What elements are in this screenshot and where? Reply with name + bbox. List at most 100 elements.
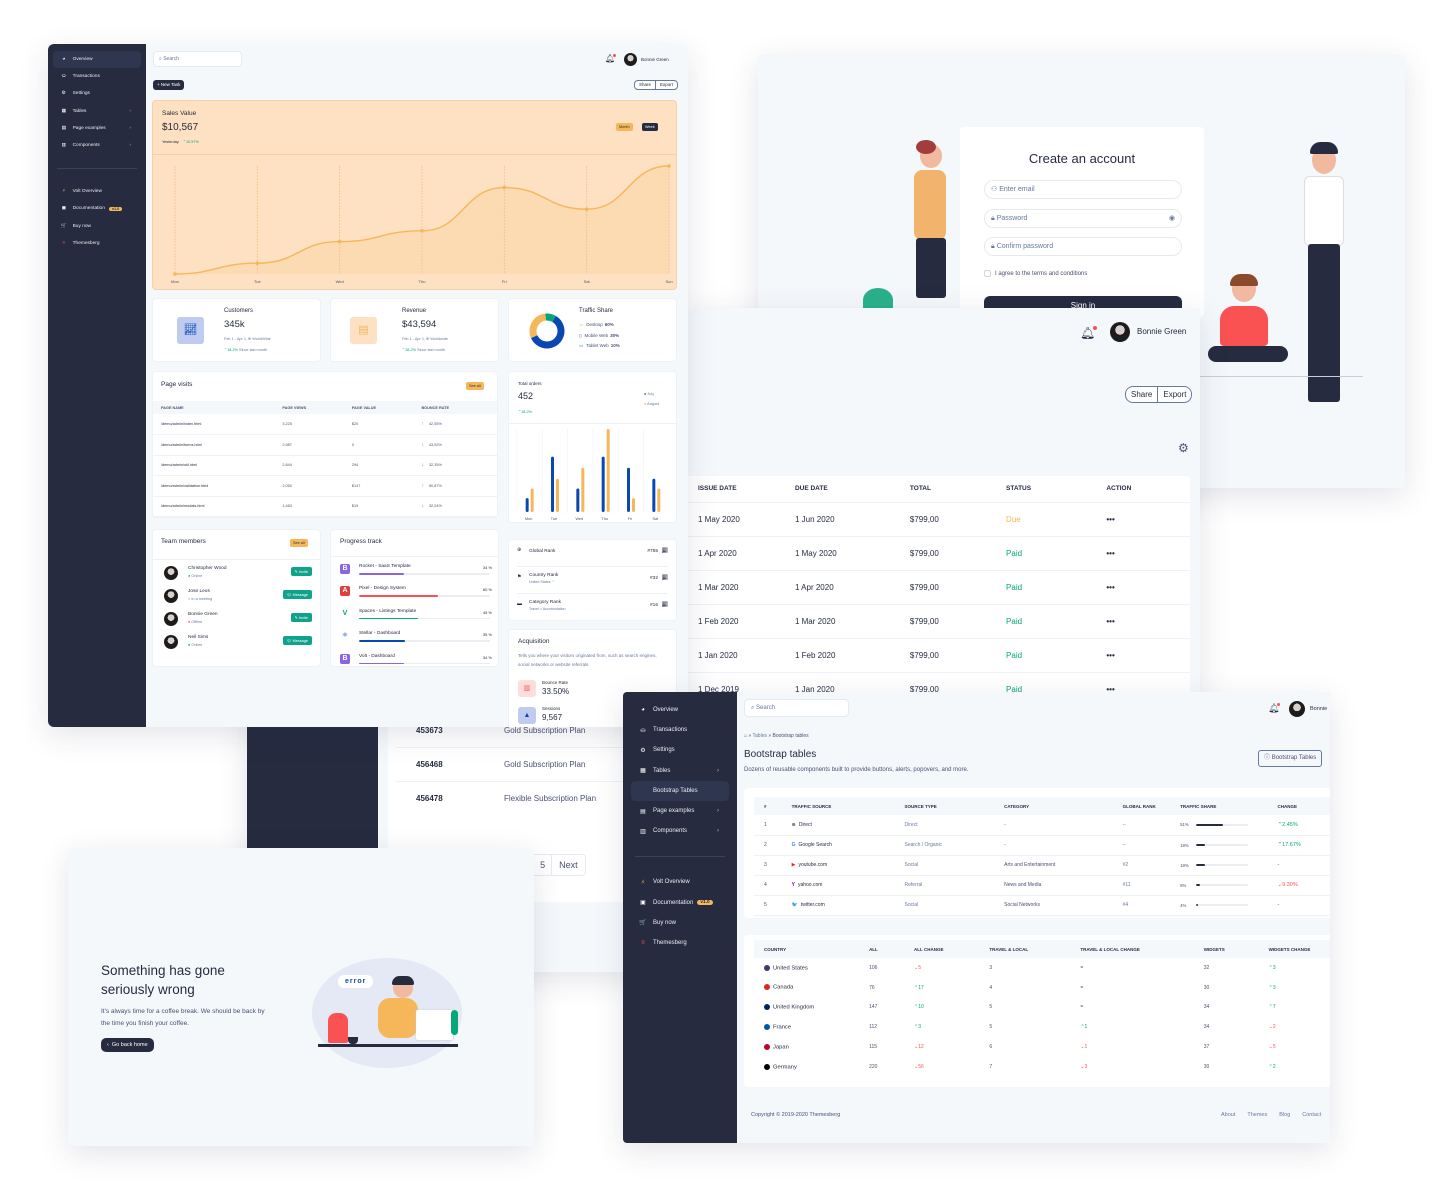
member-name[interactable]: Bonnie Green (188, 612, 218, 617)
sidebar-item-settings[interactable]: ⚙ Settings (53, 85, 141, 102)
sidebar-item-volt-overview[interactable]: ⚡ Volt Overview (631, 872, 729, 892)
x-tick-label: Thu (601, 517, 608, 521)
sidebar-item-buy-now[interactable]: 🛒 Buy now (53, 218, 141, 235)
sidebar-item-page-examples[interactable]: ▤ Page examples › (53, 120, 141, 137)
all: 76 (869, 984, 875, 991)
message-button[interactable]: 💬︎ Message (282, 636, 312, 645)
avatar[interactable] (1110, 322, 1130, 342)
travel-local: 7 (989, 1063, 993, 1070)
share-button[interactable]: Share (635, 81, 657, 89)
home-icon[interactable]: ⌂ (744, 733, 747, 739)
page-name[interactable]: /demo/admin/modals.html (153, 496, 282, 517)
bootstrap-tables-docs-button[interactable]: ⓘ Bootstrap Tables (1258, 750, 1323, 767)
email-field[interactable]: ⚇ Enter email (984, 180, 1182, 199)
member-name[interactable]: Neil Sims (188, 635, 208, 640)
footer-link-blog[interactable]: Blog (1279, 1112, 1290, 1118)
see-all-button[interactable]: See all (466, 382, 484, 390)
customers-card: 📈︎ Customers 345k Feb 1 - Apr 1, ⊕ World… (152, 298, 321, 362)
user-name[interactable]: Bonnie Green (641, 57, 669, 62)
page-views: 1,483 (282, 504, 292, 509)
sidebar-item-page-examples[interactable]: ▤ Page examples › (631, 801, 729, 821)
footer-link-contact[interactable]: Contact (1302, 1112, 1321, 1118)
breadcrumb-tables[interactable]: Tables (753, 733, 767, 739)
subscription-id[interactable]: 456478 (416, 794, 443, 803)
x-tick-label: Wed (336, 279, 344, 284)
x-tick-label: Wed (575, 517, 583, 521)
export-button[interactable]: Export (1158, 387, 1191, 402)
us-flag-icon (764, 964, 770, 971)
page-name[interactable]: /demo/admin/forms.html (153, 435, 282, 456)
invite-button[interactable]: ✎ Invite (290, 567, 312, 576)
user-name[interactable]: Bonnie Green (1137, 327, 1186, 336)
sidebar-divider (57, 168, 137, 170)
more-actions-icon[interactable]: ••• (1106, 570, 1190, 604)
eye-icon[interactable]: ◉ (1169, 210, 1175, 227)
page-name[interactable]: /demo/admin/validation.html (153, 476, 282, 497)
page-link-next[interactable]: Next (552, 855, 585, 875)
chevron-right-icon: › (129, 143, 131, 149)
sidebar-item-bootstrap-tables[interactable]: Bootstrap Tables (631, 780, 729, 801)
travel-local: 6 (989, 1044, 993, 1051)
invite-button[interactable]: ✎ Invite (290, 613, 312, 622)
sidebar-item-components[interactable]: ▥ Components › (53, 137, 141, 154)
source-type: Search / Organic (904, 842, 943, 848)
more-actions-icon[interactable]: ••• (1106, 604, 1190, 638)
sidebar-item-components[interactable]: ▥ Components › (631, 821, 729, 841)
sidebar-item-transactions[interactable]: ⛀ Transactions (53, 68, 141, 85)
sidebar-item-settings[interactable]: ⚙ Settings (631, 740, 729, 760)
notification-bell-icon[interactable]: 🔔︎ (1080, 326, 1098, 340)
message-button[interactable]: 💬︎ Message (282, 590, 312, 599)
sidebar-item-themesberg[interactable]: ≡ Themesberg (631, 933, 729, 953)
new-task-button[interactable]: + New Task (153, 80, 185, 90)
sidebar-item-volt-overview[interactable]: ⚡ Volt Overview (53, 183, 141, 200)
avatar[interactable] (624, 53, 637, 66)
member-name[interactable]: Christopher Wood (188, 566, 227, 571)
more-actions-icon[interactable]: ••• (1106, 536, 1190, 570)
page-link-5[interactable]: 5 (534, 855, 553, 875)
sidebar-item-overview[interactable]: ◕ Overview (53, 51, 141, 69)
change: ⌃17.67% (1277, 842, 1301, 848)
week-button[interactable]: Week (642, 123, 658, 131)
footer-link-themes[interactable]: Themes (1247, 1112, 1267, 1118)
more-actions-icon[interactable]: ••• (1106, 638, 1190, 672)
country: Canada (754, 978, 869, 998)
share-button[interactable]: Share (1126, 387, 1159, 402)
terms-checkbox-row[interactable]: I agree to the terms and conditions (984, 270, 1087, 277)
search-input[interactable]: ⌕ Search (744, 699, 849, 717)
page-name[interactable]: /demo/admin/util.html (153, 455, 282, 476)
chevron-right-icon: › (717, 808, 719, 815)
go-back-home-button[interactable]: ‹ Go back home (101, 1038, 154, 1052)
confirm-password-field[interactable]: 🔒︎ Confirm password (984, 237, 1182, 256)
country: United Kingdom (754, 998, 869, 1018)
sidebar-item-tables[interactable]: ▦ Tables › (631, 761, 729, 781)
traffic-donut-chart (529, 313, 565, 349)
see-all-button[interactable]: See all (290, 539, 308, 547)
sidebar-item-themesberg[interactable]: ≡ Themesberg (53, 235, 141, 252)
subscription-id[interactable]: 453673 (416, 726, 443, 735)
customers-range: Feb 1 - Apr 1, ⊕ WorldWide (224, 337, 271, 341)
user-name[interactable]: Bonnie (1310, 706, 1327, 712)
settings-gear-icon[interactable]: ⚙ (1178, 441, 1189, 455)
arrow-up-icon: ↑ (421, 482, 424, 489)
sidebar-item-tables[interactable]: ▦ Tables › (53, 103, 141, 120)
sidebar-item-transactions[interactable]: ⛀ Transactions (631, 720, 729, 740)
search-input[interactable]: ⌕ Search (153, 51, 242, 67)
sidebar-item-overview[interactable]: ◕ Overview (631, 700, 729, 720)
notification-bell-icon[interactable]: 🔔︎ (605, 54, 617, 63)
notification-bell-icon[interactable]: 🔔︎ (1268, 703, 1281, 714)
subscription-id[interactable]: 456468 (416, 760, 443, 769)
month-button[interactable]: Month (616, 123, 633, 131)
export-button[interactable]: Export (656, 81, 677, 89)
terms-checkbox[interactable] (984, 270, 991, 277)
page-name[interactable]: /demo/admin/index.html (153, 414, 282, 435)
travel-local-change: ⌄3 (1080, 1063, 1088, 1070)
sidebar-item-documentation[interactable]: ▣ Documentation v1.0 (631, 893, 729, 913)
member-name[interactable]: Jose Leos (188, 589, 210, 594)
table-row: /demo/admin/validation.html 2,050 $147 ↑ 50,… (153, 476, 497, 497)
sidebar-item-buy-now[interactable]: 🛒 Buy now (631, 913, 729, 933)
password-field[interactable]: 🔒︎ Password ◉ (984, 209, 1182, 228)
more-actions-icon[interactable]: ••• (1106, 502, 1190, 536)
sidebar-item-documentation[interactable]: ▣ Documentation v1.0 (53, 200, 141, 217)
footer-link-about[interactable]: About (1221, 1112, 1235, 1118)
avatar[interactable] (1289, 701, 1305, 717)
